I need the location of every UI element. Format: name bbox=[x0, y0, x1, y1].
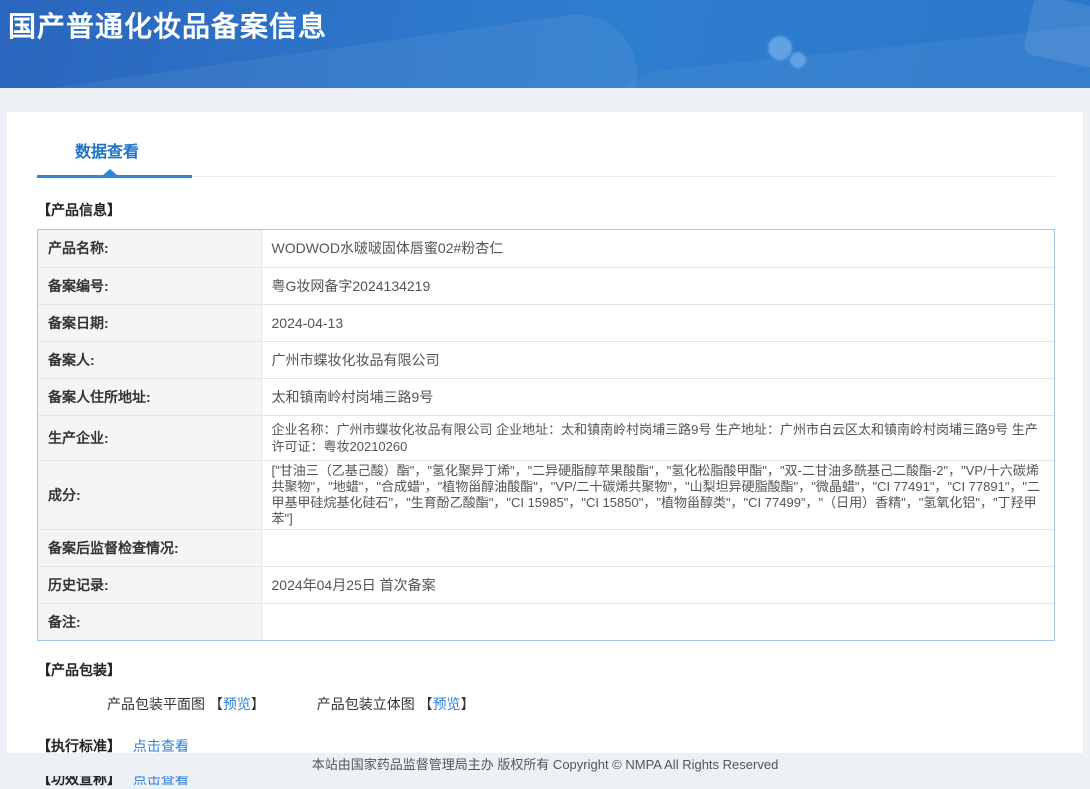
stereo-preview-link[interactable]: 预览 bbox=[433, 696, 461, 712]
tab-underline bbox=[37, 175, 1055, 178]
table-row: 备案后监督检查情况: bbox=[38, 529, 1054, 566]
row-label: 备案人: bbox=[38, 341, 261, 378]
table-row: 成分: ["甘油三（乙基己酸）酯"，"氢化聚异丁烯"，"二异硬脂醇苹果酸酯"，"… bbox=[38, 460, 1054, 529]
page-header: 国产普通化妆品备案信息 bbox=[0, 0, 1090, 88]
table-row: 产品名称: WODWOD水啵啵固体唇蜜02#粉杏仁 bbox=[38, 230, 1054, 267]
product-info-heading: 【产品信息】 bbox=[37, 200, 1055, 220]
table-row: 历史记录: 2024年04月25日 首次备案 bbox=[38, 566, 1054, 603]
stereo-packaging-label: 产品包装立体图 bbox=[317, 696, 415, 712]
footer: 本站由国家药品监督管理局主办 版权所有 Copyright © NMPA All… bbox=[0, 753, 1090, 776]
bracket-open: 【 bbox=[209, 696, 223, 712]
product-info-table: 产品名称: WODWOD水啵啵固体唇蜜02#粉杏仁 备案编号: 粤G妆网备字20… bbox=[37, 229, 1055, 641]
footer-text: 本站由国家药品监督管理局主办 版权所有 Copyright © NMPA All… bbox=[312, 757, 779, 772]
row-value: WODWOD水啵啵固体唇蜜02#粉杏仁 bbox=[261, 230, 1054, 267]
row-label: 备案编号: bbox=[38, 267, 261, 304]
exec-standard-link[interactable]: 点击查看 bbox=[133, 738, 189, 754]
row-label: 生产企业: bbox=[38, 415, 261, 460]
row-value: 广州市蝶妆化妆品有限公司 bbox=[261, 341, 1054, 378]
row-label: 成分: bbox=[38, 460, 261, 529]
tab-caret-icon bbox=[103, 169, 117, 175]
row-value: 2024-04-13 bbox=[261, 304, 1054, 341]
table-row: 备案人住所地址: 太和镇南岭村岗埔三路9号 bbox=[38, 378, 1054, 415]
row-value: 企业名称：广州市蝶妆化妆品有限公司 企业地址：太和镇南岭村岗埔三路9号 生产地址… bbox=[261, 415, 1054, 460]
flat-preview-link[interactable]: 预览 bbox=[223, 696, 251, 712]
row-label: 备注: bbox=[38, 603, 261, 640]
bracket-open: 【 bbox=[419, 696, 433, 712]
table-row: 备案日期: 2024-04-13 bbox=[38, 304, 1054, 341]
row-label: 备案人住所地址: bbox=[38, 378, 261, 415]
row-label: 备案后监督检查情况: bbox=[38, 529, 261, 566]
row-label: 历史记录: bbox=[38, 566, 261, 603]
row-value: 太和镇南岭村岗埔三路9号 bbox=[261, 378, 1054, 415]
table-row: 备案编号: 粤G妆网备字2024134219 bbox=[38, 267, 1054, 304]
row-value: 2024年04月25日 首次备案 bbox=[261, 566, 1054, 603]
bracket-close: 】 bbox=[461, 696, 475, 712]
tab-underline-active bbox=[37, 175, 192, 178]
packaging-heading: 【产品包装】 bbox=[37, 660, 1055, 680]
exec-standard-heading: 【执行标准】 bbox=[37, 738, 121, 754]
table-row: 备案人: 广州市蝶妆化妆品有限公司 bbox=[38, 341, 1054, 378]
header-decoration-dot bbox=[790, 52, 806, 68]
row-label: 备案日期: bbox=[38, 304, 261, 341]
content-card: 数据查看 【产品信息】 产品名称: WODWOD水啵啵固体唇蜜02#粉杏仁 备案… bbox=[7, 112, 1083, 753]
page-title: 国产普通化妆品备案信息 bbox=[0, 0, 1090, 45]
bracket-close: 】 bbox=[251, 696, 265, 712]
row-value: ["甘油三（乙基己酸）酯"，"氢化聚异丁烯"，"二异硬脂醇苹果酸酯"，"氢化松脂… bbox=[261, 460, 1054, 529]
row-label: 产品名称: bbox=[38, 230, 261, 267]
row-value bbox=[261, 529, 1054, 566]
row-value: 粤G妆网备字2024134219 bbox=[261, 267, 1054, 304]
packaging-row: 产品包装平面图 【预览】 产品包装立体图 【预览】 bbox=[107, 694, 1055, 714]
tab-bar: 数据查看 bbox=[37, 138, 1055, 178]
flat-packaging-label: 产品包装平面图 bbox=[107, 696, 205, 712]
table-row: 生产企业: 企业名称：广州市蝶妆化妆品有限公司 企业地址：太和镇南岭村岗埔三路9… bbox=[38, 415, 1054, 460]
row-value bbox=[261, 603, 1054, 640]
table-row: 备注: bbox=[38, 603, 1054, 640]
